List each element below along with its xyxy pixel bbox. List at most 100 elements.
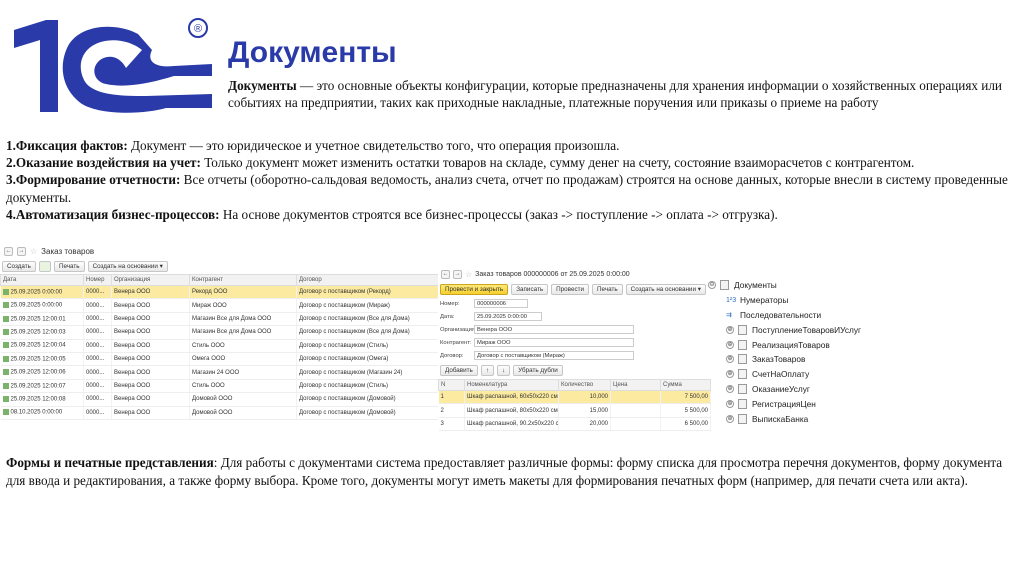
- collapse-icon[interactable]: ⊖: [708, 281, 716, 290]
- column-header[interactable]: Контрагент: [189, 274, 297, 286]
- cell-text: 08.10.2025 0:00:00: [10, 410, 63, 416]
- date-field[interactable]: 25.09.2025 0:00:00: [474, 312, 542, 321]
- table-row[interactable]: 3 Шкаф распашной, 90.2x50x220 см 20,000 6 5…: [438, 417, 711, 432]
- column-header[interactable]: Цена: [610, 379, 661, 391]
- remove-duplicates-button[interactable]: Убрать дубли: [513, 365, 563, 376]
- tree-item-label: ПоступлениеТоваровИУслуг: [752, 324, 861, 335]
- table-cell: Венера ООО: [111, 352, 190, 367]
- column-header[interactable]: Дата: [0, 274, 84, 286]
- table-row[interactable]: 25.09.2025 12:00:05 0000... Венера ООО Омег…: [0, 352, 439, 367]
- expand-icon[interactable]: ⊕: [726, 340, 734, 349]
- create-based-button[interactable]: Создать на основании ▾: [87, 260, 168, 272]
- table-cell: Домовой ООО: [189, 392, 297, 407]
- cell-text: Венера ООО: [114, 342, 151, 349]
- table-row[interactable]: 25.09.2025 12:00:03 0000... Венера ООО Мага…: [0, 325, 439, 340]
- table-row[interactable]: 25.09.2025 12:00:07 0000... Венера ООО Стил…: [0, 379, 439, 394]
- column-header[interactable]: Номер: [83, 274, 112, 286]
- document-icon: [2, 369, 9, 376]
- expand-icon[interactable]: ⊕: [726, 325, 734, 334]
- cell-text: 0000...: [86, 329, 105, 336]
- create-button[interactable]: Создать: [2, 260, 36, 272]
- column-header[interactable]: Договор: [296, 274, 439, 286]
- contract-field[interactable]: Договор с поставщиком (Мираж): [474, 351, 634, 360]
- expand-icon[interactable]: ⊕: [726, 384, 734, 393]
- cell-text: Договор с поставщиком (Стиль): [299, 382, 388, 389]
- tree-item[interactable]: ⊕ ПоступлениеТоваровИУслуг: [708, 322, 868, 337]
- table-cell: 25.09.2025 12:00:01: [0, 312, 84, 327]
- number-field[interactable]: 000000006: [474, 299, 528, 308]
- column-header[interactable]: Сумма: [660, 379, 711, 391]
- table-row[interactable]: 25.09.2025 12:00:01 0000... Венера ООО Мага…: [0, 312, 439, 327]
- expand-icon[interactable]: ⊕: [726, 399, 734, 408]
- tree-item-sequences[interactable]: ⇉ Последовательности: [708, 308, 868, 323]
- table-cell: 15,000: [558, 403, 611, 418]
- document-icon: [738, 339, 747, 350]
- cell-text: 0000...: [86, 342, 105, 349]
- table-row[interactable]: 25.09.2025 12:00:06 0000... Венера ООО Мага…: [0, 365, 439, 380]
- post-and-close-button[interactable]: Провести и закрыть: [440, 283, 509, 295]
- cell-text: Венера ООО: [114, 302, 151, 309]
- table-row[interactable]: 08.10.2025 0:00:00 0000... Венера ООО Домов…: [0, 406, 439, 420]
- cell-text: Венера ООО: [114, 289, 151, 296]
- list-form-title: Заказ товаров: [41, 246, 95, 256]
- cell-text: 0000...: [86, 409, 105, 416]
- column-header[interactable]: Количество: [558, 379, 611, 391]
- cell-text: 25.09.2025 12:00:01: [10, 316, 66, 323]
- print-button[interactable]: Печать: [53, 260, 85, 272]
- tree-item[interactable]: ⊕ СчетНаОплату: [708, 367, 868, 382]
- table-row[interactable]: 25.09.2025 12:00:04 0000... Венера ООО Стил…: [0, 339, 439, 353]
- table-row[interactable]: 25.09.2025 0:00:00 0000... Венера ООО Мираж…: [0, 298, 439, 313]
- document-icon: [738, 354, 747, 365]
- column-header[interactable]: Организация: [111, 274, 190, 286]
- table-row[interactable]: 25.09.2025 0:00:00 0000... Венера ООО Рекор…: [0, 285, 439, 300]
- back-button[interactable]: ←: [441, 270, 450, 279]
- cell-text: Договор с поставщиком (Омега): [299, 356, 389, 363]
- table-cell: 0000...: [83, 352, 112, 367]
- table-row[interactable]: 25.09.2025 12:00:08 0000... Венера ООО Домо…: [0, 392, 439, 407]
- forms-paragraph: Формы и печатные представления: Для рабо…: [6, 454, 1018, 489]
- post-button[interactable]: Провести: [551, 283, 589, 295]
- tree-root[interactable]: ⊖ Документы: [708, 278, 868, 293]
- metadata-tree-screenshot: ⊖ Документы 1²3 Нумераторы ⇉ Последовате…: [708, 278, 868, 436]
- table-cell: Договор с поставщиком (Стиль): [296, 379, 439, 394]
- forms-label: Формы и печатные представления: [6, 455, 214, 470]
- table-cell: 25.09.2025 0:00:00: [0, 285, 84, 300]
- forward-button[interactable]: →: [453, 270, 462, 279]
- back-button[interactable]: ←: [4, 246, 13, 256]
- tree-root-label: Документы: [734, 280, 777, 291]
- tree-item[interactable]: ⊕ ВыпискаБанка: [708, 411, 868, 426]
- tree-item[interactable]: ⊕ ЗаказТоваров: [708, 352, 868, 367]
- expand-icon[interactable]: ⊕: [726, 414, 734, 423]
- tree-item[interactable]: ⊕ ОказаниеУслуг: [708, 382, 868, 397]
- table-row[interactable]: 2 Шкаф распашной, 80x50x220 см 15,000 5 500…: [438, 403, 711, 418]
- column-header[interactable]: Номенклатура: [464, 379, 559, 391]
- table-cell: 7 500,00: [660, 390, 711, 405]
- table-cell: 0000...: [83, 339, 112, 353]
- favorite-star-icon[interactable]: ☆: [465, 270, 472, 279]
- number-label: Номер:: [440, 300, 460, 307]
- expand-icon[interactable]: ⊕: [726, 355, 734, 364]
- organization-field[interactable]: Венера ООО: [474, 325, 634, 334]
- print-button[interactable]: Печать: [592, 283, 623, 295]
- forward-button[interactable]: →: [17, 246, 26, 256]
- cell-text: Договор с поставщиком (Домовой): [299, 409, 396, 416]
- counterparty-row: Контрагент: Мираж ООО: [438, 336, 710, 349]
- copy-icon[interactable]: [38, 260, 51, 272]
- move-up-button[interactable]: ↑: [480, 365, 494, 376]
- table-cell: Венера ООО: [111, 379, 190, 394]
- date-label: Дата:: [440, 313, 455, 320]
- table-cell: Договор с поставщиком (Домовой): [296, 406, 439, 420]
- expand-icon[interactable]: ⊕: [726, 370, 734, 379]
- favorite-star-icon[interactable]: ☆: [30, 247, 37, 256]
- tree-item-label: ЗаказТоваров: [752, 354, 806, 365]
- tree-item[interactable]: ⊕ РегистрацияЦен: [708, 396, 868, 411]
- save-button[interactable]: Записать: [511, 283, 549, 295]
- create-based-button[interactable]: Создать на основании ▾: [625, 283, 706, 295]
- move-down-button[interactable]: ↓: [497, 365, 511, 376]
- add-row-button[interactable]: Добавить: [440, 365, 478, 376]
- column-header[interactable]: N: [438, 379, 465, 391]
- table-row[interactable]: 1 Шкаф распашной, 60x50x220 см 10,000 7 500…: [438, 390, 711, 405]
- counterparty-field[interactable]: Мираж ООО: [474, 338, 634, 347]
- tree-item[interactable]: ⊕ РеализацияТоваров: [708, 337, 868, 352]
- tree-item-numerators[interactable]: 1²3 Нумераторы: [708, 293, 868, 308]
